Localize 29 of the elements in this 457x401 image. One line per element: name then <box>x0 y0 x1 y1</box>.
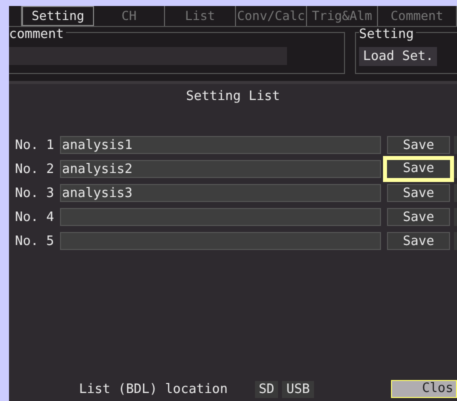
row-number: No. 4 <box>14 210 56 224</box>
comment-field[interactable] <box>9 47 287 65</box>
name-field[interactable] <box>60 208 381 226</box>
save-button[interactable]: Save <box>387 208 450 226</box>
location-button[interactable]: USB <box>282 380 314 398</box>
location-button[interactable]: SD <box>254 380 278 398</box>
row-number: No. 5 <box>14 234 56 248</box>
load-settings-button[interactable]: Load Set. <box>359 47 438 66</box>
tab[interactable]: Comment <box>378 6 457 26</box>
group-title: Setting <box>359 28 416 42</box>
name-field[interactable]: analysis3 <box>60 184 381 202</box>
save-button[interactable]: Save <box>387 184 450 202</box>
tab[interactable]: CH <box>94 6 165 26</box>
save-button[interactable]: Save <box>383 156 454 182</box>
dialog-title: Setting List <box>185 89 281 105</box>
tab[interactable]: Conv/Calc <box>236 6 307 26</box>
name-field[interactable]: analysis1 <box>60 136 381 154</box>
row-number: No. 1 <box>14 138 56 152</box>
tab[interactable]: Setting <box>22 6 94 26</box>
row-number: No. 3 <box>14 186 56 200</box>
tab[interactable]: Trig&Alm <box>307 6 378 26</box>
row-number: No. 2 <box>14 162 56 176</box>
save-button[interactable]: Save <box>387 232 450 250</box>
name-field[interactable]: analysis2 <box>60 160 381 178</box>
location-label: List (BDL) location <box>79 382 228 396</box>
tab[interactable]: List <box>165 6 236 26</box>
save-button[interactable]: Save <box>387 136 450 154</box>
name-field[interactable] <box>60 232 381 250</box>
close-button[interactable]: Clos <box>391 380 457 398</box>
